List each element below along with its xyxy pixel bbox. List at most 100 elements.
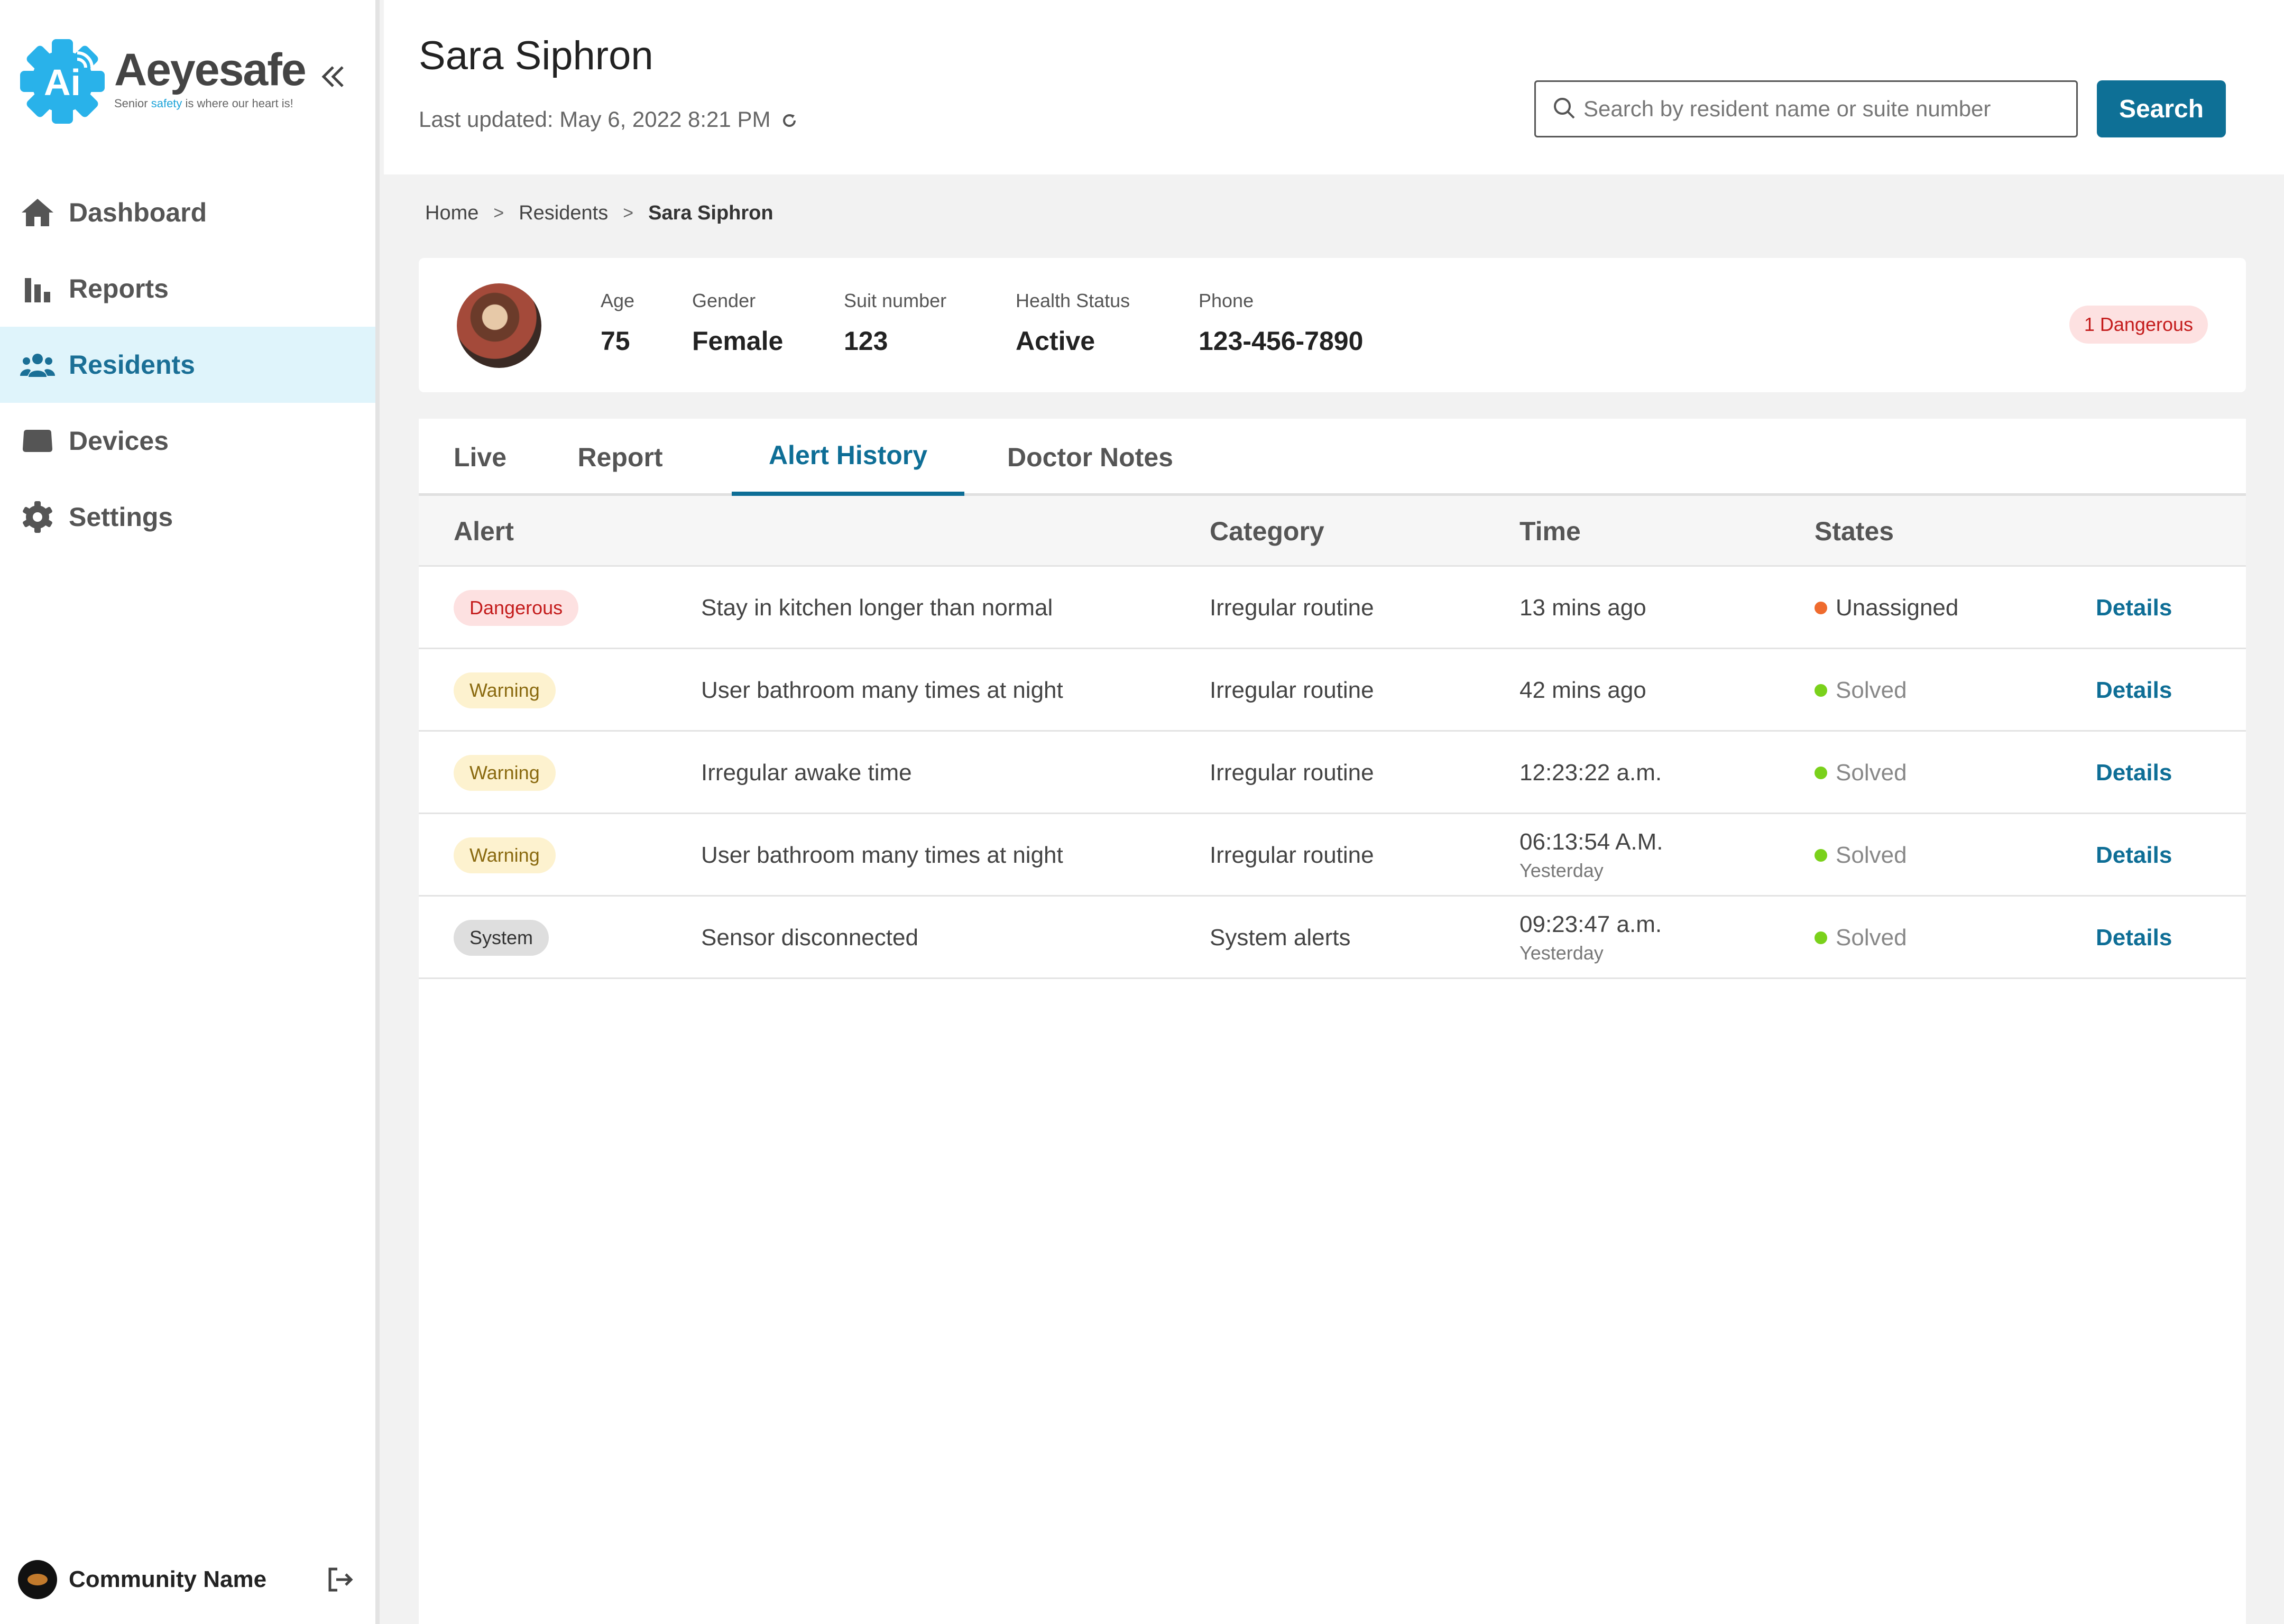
tab-live[interactable]: Live bbox=[419, 419, 541, 496]
alert-level-badge: Dangerous bbox=[454, 590, 579, 626]
header-alert: Alert bbox=[454, 516, 514, 546]
alert-level-badge: System bbox=[454, 920, 549, 956]
status-dot-icon bbox=[1815, 931, 1827, 944]
brand-tagline: Senior safety is where our heart is! bbox=[114, 97, 293, 110]
table-row: Dangerous Stay in kitchen longer than no… bbox=[419, 567, 2246, 649]
alert-category: Irregular routine bbox=[1210, 595, 1374, 621]
table-row: System Sensor disconnected System alerts… bbox=[419, 897, 2246, 979]
alert-level-badge: Warning bbox=[454, 672, 556, 708]
tab-report[interactable]: Report bbox=[541, 419, 699, 496]
details-link[interactable]: Details bbox=[2096, 595, 2172, 621]
brand-logo[interactable]: Ai Aeyesafe Senior safety is where our h… bbox=[18, 37, 307, 126]
details-link[interactable]: Details bbox=[2096, 925, 2172, 951]
header-states: States bbox=[1815, 516, 1894, 546]
health-stat: Health Status Active bbox=[1016, 290, 1130, 356]
gender-value: Female bbox=[692, 326, 784, 356]
alert-description: User bathroom many times at night bbox=[701, 677, 1063, 703]
status-dot-icon bbox=[1815, 602, 1827, 614]
age-value: 75 bbox=[601, 326, 630, 356]
search-input[interactable] bbox=[1583, 96, 2070, 122]
table-header: Alert Category Time States bbox=[419, 496, 2246, 567]
alert-time: 06:13:54 A.M. Yesterday bbox=[1519, 829, 1663, 881]
search-button[interactable]: Search bbox=[2097, 80, 2226, 137]
gender-label: Gender bbox=[692, 290, 756, 311]
alert-time: 42 mins ago bbox=[1519, 677, 1646, 703]
age-label: Age bbox=[601, 290, 635, 311]
sidebar-item-label: Settings bbox=[69, 502, 173, 532]
alert-description: Sensor disconnected bbox=[701, 925, 918, 951]
status-dot-icon bbox=[1815, 767, 1827, 779]
alert-description: User bathroom many times at night bbox=[701, 842, 1063, 868]
details-link[interactable]: Details bbox=[2096, 842, 2172, 869]
sidebar-item-label: Reports bbox=[69, 274, 169, 303]
aeyesafe-logo-icon: Ai bbox=[18, 37, 107, 126]
gender-stat: Gender Female bbox=[692, 290, 783, 356]
sidebar-item-label: Dashboard bbox=[69, 198, 207, 227]
age-stat: Age 75 bbox=[601, 290, 634, 356]
alert-category: Irregular routine bbox=[1210, 842, 1374, 868]
resident-profile-card: Age 75 Gender Female Suit number 123 Hea… bbox=[419, 258, 2246, 392]
community-avatar bbox=[18, 1560, 57, 1599]
tab-bar: Live Report Alert History Doctor Notes bbox=[419, 419, 2246, 496]
sidebar-item-reports[interactable]: Reports bbox=[0, 251, 375, 327]
bar-chart-icon bbox=[19, 270, 56, 307]
sidebar-item-settings[interactable]: Settings bbox=[0, 479, 375, 555]
alert-time-sub: Yesterday bbox=[1519, 860, 1604, 881]
page-header: Sara Siphron Last updated: May 6, 2022 8… bbox=[384, 0, 2284, 174]
sidebar-nav: Dashboard Reports Residents Devices Sett… bbox=[0, 174, 375, 555]
last-updated: Last updated: May 6, 2022 8:21 PM bbox=[419, 107, 799, 132]
phone-label: Phone bbox=[1199, 290, 1254, 311]
alert-state: Solved bbox=[1815, 677, 1907, 704]
alert-panel: Live Report Alert History Doctor Notes A… bbox=[419, 419, 2246, 1624]
community-name: Community Name bbox=[69, 1566, 267, 1592]
header-time: Time bbox=[1519, 516, 1581, 546]
sidebar: Ai Aeyesafe Senior safety is where our h… bbox=[0, 0, 380, 1624]
brand-name: Aeyesafe bbox=[114, 44, 307, 95]
phone-value: 123-456-7890 bbox=[1199, 326, 1364, 356]
chevron-right-icon: > bbox=[623, 203, 634, 223]
alert-time-sub: Yesterday bbox=[1519, 942, 1604, 964]
danger-count-badge[interactable]: 1 Dangerous bbox=[2069, 306, 2208, 344]
home-icon bbox=[19, 194, 56, 231]
community-section: Community Name bbox=[18, 1558, 356, 1601]
sidebar-item-dashboard[interactable]: Dashboard bbox=[0, 174, 375, 251]
alert-time: 13 mins ago bbox=[1519, 595, 1646, 621]
refresh-icon[interactable] bbox=[780, 110, 799, 129]
resident-avatar bbox=[457, 283, 541, 368]
suit-value: 123 bbox=[844, 326, 888, 356]
sidebar-item-devices[interactable]: Devices bbox=[0, 403, 375, 479]
table-row: Warning User bathroom many times at nigh… bbox=[419, 649, 2246, 732]
breadcrumb-residents[interactable]: Residents bbox=[519, 202, 608, 225]
sidebar-item-label: Residents bbox=[69, 350, 195, 380]
tab-alert-history[interactable]: Alert History bbox=[732, 419, 964, 496]
alert-state: Solved bbox=[1815, 760, 1907, 786]
health-value: Active bbox=[1016, 326, 1095, 356]
alert-state: Solved bbox=[1815, 925, 1907, 951]
header-category: Category bbox=[1210, 516, 1324, 546]
table-row: Warning User bathroom many times at nigh… bbox=[419, 814, 2246, 897]
sidebar-item-residents[interactable]: Residents bbox=[0, 327, 375, 403]
breadcrumb-current: Sara Siphron bbox=[648, 202, 773, 224]
gear-icon bbox=[19, 499, 56, 536]
breadcrumb-home[interactable]: Home bbox=[425, 202, 478, 225]
suit-stat: Suit number 123 bbox=[844, 290, 946, 356]
search-icon bbox=[1552, 96, 1576, 123]
tab-doctor-notes[interactable]: Doctor Notes bbox=[979, 419, 1201, 496]
alert-time: 12:23:22 a.m. bbox=[1519, 760, 1662, 786]
status-dot-icon bbox=[1815, 684, 1827, 697]
alert-description: Irregular awake time bbox=[701, 760, 912, 786]
logout-icon[interactable] bbox=[325, 1564, 356, 1595]
details-link[interactable]: Details bbox=[2096, 760, 2172, 786]
alert-category: Irregular routine bbox=[1210, 677, 1374, 703]
status-dot-icon bbox=[1815, 849, 1827, 862]
alert-level-badge: Warning bbox=[454, 755, 556, 791]
health-label: Health Status bbox=[1016, 290, 1130, 311]
alert-time: 09:23:47 a.m. Yesterday bbox=[1519, 911, 1662, 964]
collapse-sidebar-icon[interactable] bbox=[317, 61, 349, 93]
table-row: Warning Irregular awake time Irregular r… bbox=[419, 732, 2246, 814]
people-icon bbox=[19, 346, 56, 383]
alert-description: Stay in kitchen longer than normal bbox=[701, 595, 1053, 621]
alert-category: Irregular routine bbox=[1210, 760, 1374, 786]
details-link[interactable]: Details bbox=[2096, 677, 2172, 704]
page-title: Sara Siphron bbox=[419, 33, 653, 78]
